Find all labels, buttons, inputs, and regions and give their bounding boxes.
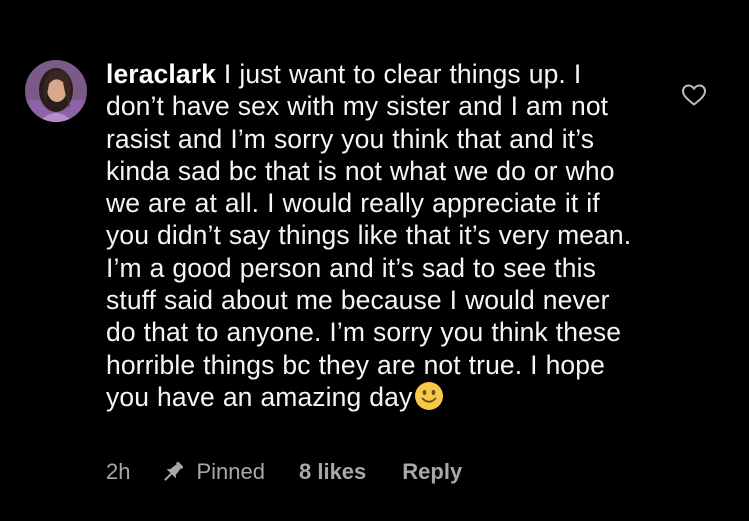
- pinned-label: Pinned: [196, 459, 265, 484]
- likes-count-button[interactable]: 8 likes: [299, 459, 366, 485]
- comment-body: leraclark I just want to clear things up…: [106, 58, 646, 413]
- comment-username[interactable]: leraclark: [106, 59, 216, 89]
- smiling-face-emoji-icon: [414, 381, 444, 411]
- comment-timestamp[interactable]: 2h: [106, 459, 130, 485]
- reply-button[interactable]: Reply: [402, 459, 462, 485]
- avatar-image: [25, 60, 87, 122]
- pinned-indicator: Pinned: [160, 459, 265, 485]
- pin-icon: [160, 459, 186, 485]
- avatar[interactable]: [25, 60, 87, 122]
- like-button[interactable]: [681, 83, 707, 107]
- comment-meta: 2h Pinned 8 likes Reply: [106, 456, 462, 488]
- comment-text: I just want to clear things up. I don’t …: [106, 59, 632, 412]
- comment: leraclark I just want to clear things up…: [0, 0, 749, 521]
- heart-outline-icon: [682, 84, 706, 106]
